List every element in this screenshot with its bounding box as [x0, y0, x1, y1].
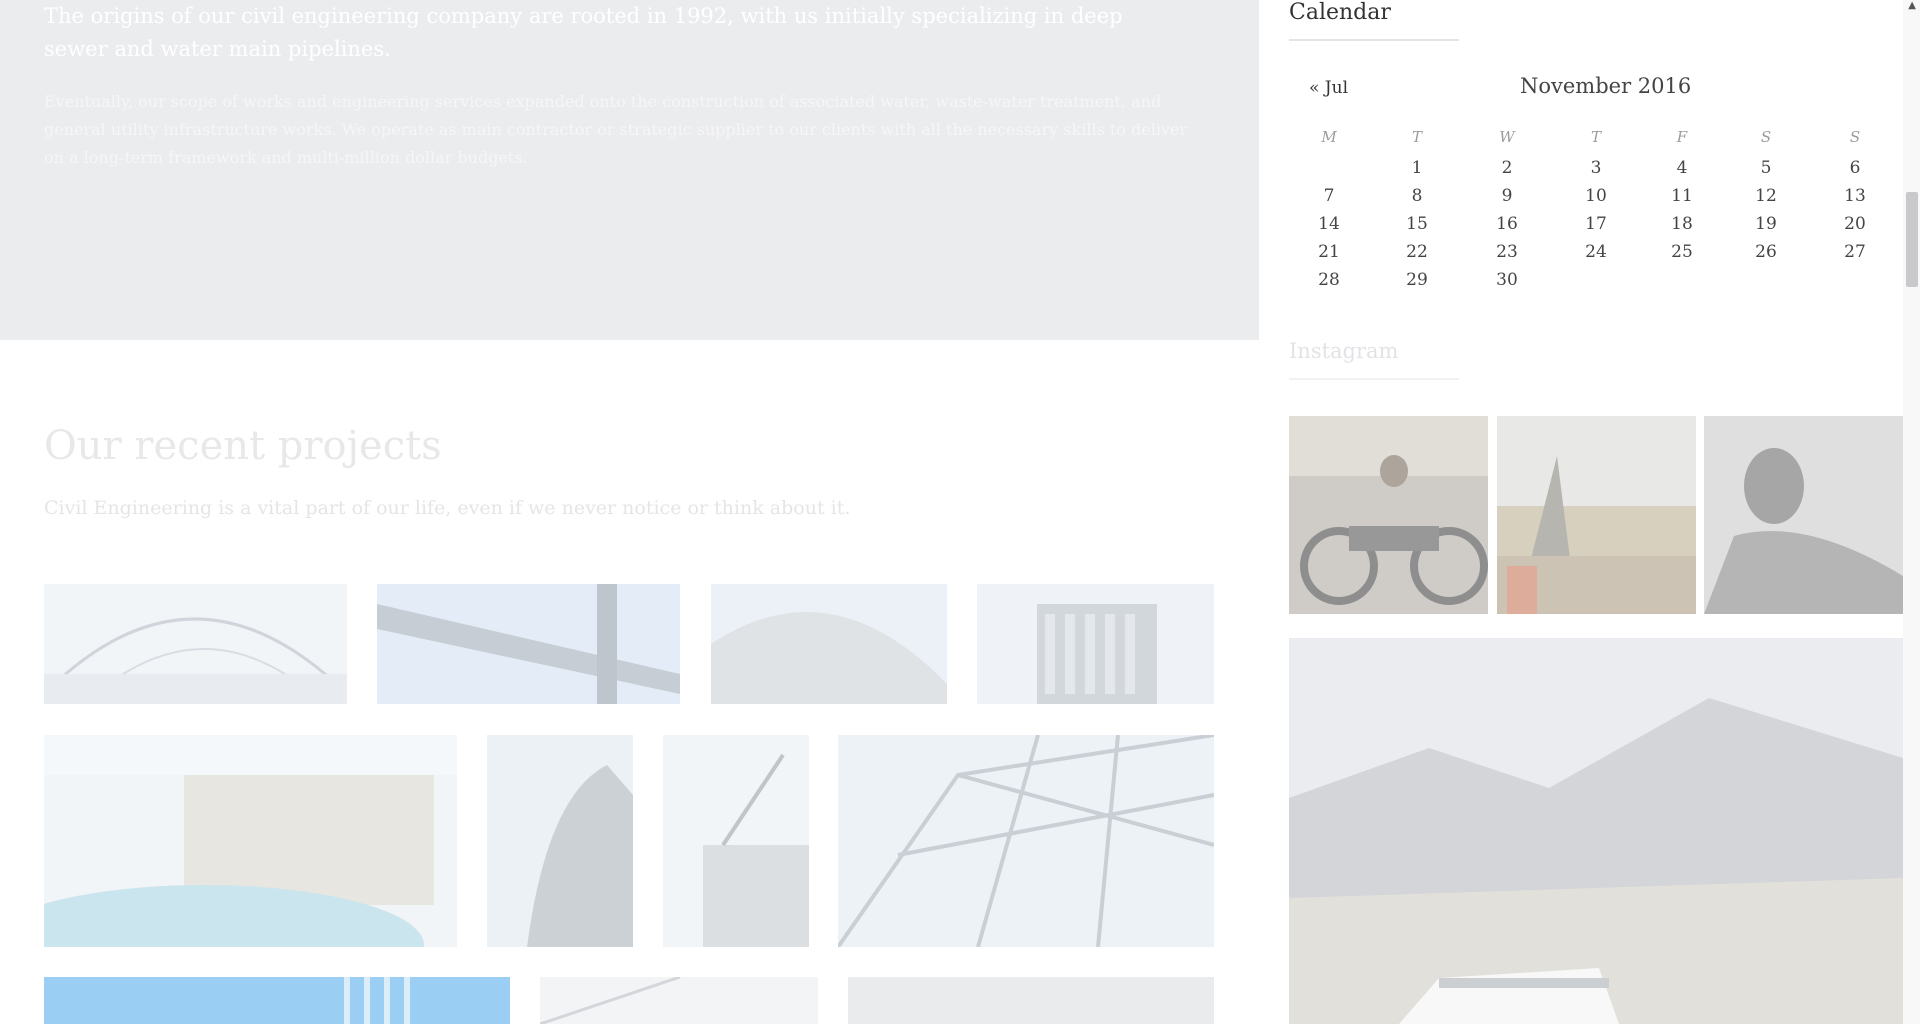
calendar-day: 25 [1671, 242, 1693, 262]
calendar-day: 8 [1411, 186, 1423, 206]
calendar-day: 2 [1501, 158, 1513, 178]
calendar-day: 19 [1755, 214, 1777, 234]
calendar-month-caption: November 2016 [1520, 74, 1692, 98]
projects-subtitle: Civil Engineering is a vital part of our… [44, 497, 851, 519]
calendar-day: 17 [1585, 214, 1607, 234]
scrollbar[interactable] [1903, 0, 1920, 1024]
project-thumbnail-10[interactable] [540, 977, 818, 1024]
calendar-day: 3 [1590, 158, 1602, 178]
instagram-heading-underline [1289, 378, 1459, 380]
project-thumbnail-9[interactable] [44, 977, 510, 1024]
project-thumbnail-11[interactable] [848, 977, 1214, 1024]
calendar-day: 21 [1318, 242, 1340, 262]
instagram-photo-3[interactable] [1704, 416, 1903, 614]
project-thumbnail-4[interactable] [977, 584, 1214, 704]
project-thumbnail-3[interactable] [711, 584, 947, 704]
calendar-day: 7 [1323, 186, 1335, 206]
calendar-weekday-header: S [1849, 128, 1861, 146]
calendar-day: 29 [1406, 270, 1428, 290]
project-thumbnail-1[interactable] [44, 584, 347, 704]
calendar-day: 20 [1844, 214, 1866, 234]
calendar-day: 23 [1496, 242, 1518, 262]
calendar-day: 18 [1671, 214, 1693, 234]
calendar-day: 9 [1501, 186, 1513, 206]
project-thumbnail-6[interactable] [487, 735, 633, 947]
calendar-heading-underline [1289, 39, 1459, 41]
projects-heading: Our recent projects [44, 423, 442, 469]
calendar-day: 12 [1755, 186, 1777, 206]
calendar-day: 30 [1496, 270, 1518, 290]
calendar-day: 16 [1496, 214, 1518, 234]
calendar-day: 28 [1318, 270, 1340, 290]
project-thumbnail-8[interactable] [838, 735, 1214, 947]
scrollbar-thumb[interactable] [1906, 192, 1918, 287]
calendar-day: 6 [1849, 158, 1861, 178]
calendar-day: 24 [1585, 242, 1607, 262]
instagram-photo-1[interactable] [1289, 416, 1488, 614]
calendar-heading: Calendar [1289, 0, 1391, 25]
calendar-day: 13 [1844, 186, 1866, 206]
instagram-photo-4[interactable] [1289, 638, 1903, 1024]
calendar-weekday-header: T [1411, 128, 1422, 146]
calendar-day: 1 [1411, 158, 1423, 178]
calendar-day: 5 [1760, 158, 1772, 178]
calendar-day: 4 [1676, 158, 1688, 178]
project-thumbnail-5[interactable] [44, 735, 457, 947]
about-section: The origins of our civil engineering com… [0, 0, 1259, 340]
calendar-weekday-header: S [1760, 128, 1772, 146]
calendar-day: 22 [1406, 242, 1428, 262]
about-lead-text: The origins of our civil engineering com… [44, 4, 1123, 61]
calendar-day: 14 [1318, 214, 1340, 234]
instagram-heading: Instagram [1289, 339, 1399, 363]
calendar-weekday-header: M [1321, 128, 1337, 146]
calendar-weekday-header: F [1676, 128, 1688, 146]
calendar-day: 11 [1671, 186, 1693, 206]
calendar-weekday-header: W [1499, 128, 1515, 146]
instagram-photo-2[interactable] [1497, 416, 1696, 614]
calendar-day: 15 [1406, 214, 1428, 234]
project-thumbnail-7[interactable] [663, 735, 809, 947]
calendar-day: 27 [1844, 242, 1866, 262]
calendar-day: 10 [1585, 186, 1607, 206]
scroll-up-arrow-icon[interactable]: ▲ [1908, 0, 1916, 11]
calendar-weekday-header: T [1590, 128, 1601, 146]
about-body-text: Eventually, our scope of works and engin… [44, 92, 1188, 167]
project-thumbnail-2[interactable] [377, 584, 680, 704]
calendar-prev-month-link[interactable]: « Jul [1309, 78, 1348, 98]
calendar-day: 26 [1755, 242, 1777, 262]
